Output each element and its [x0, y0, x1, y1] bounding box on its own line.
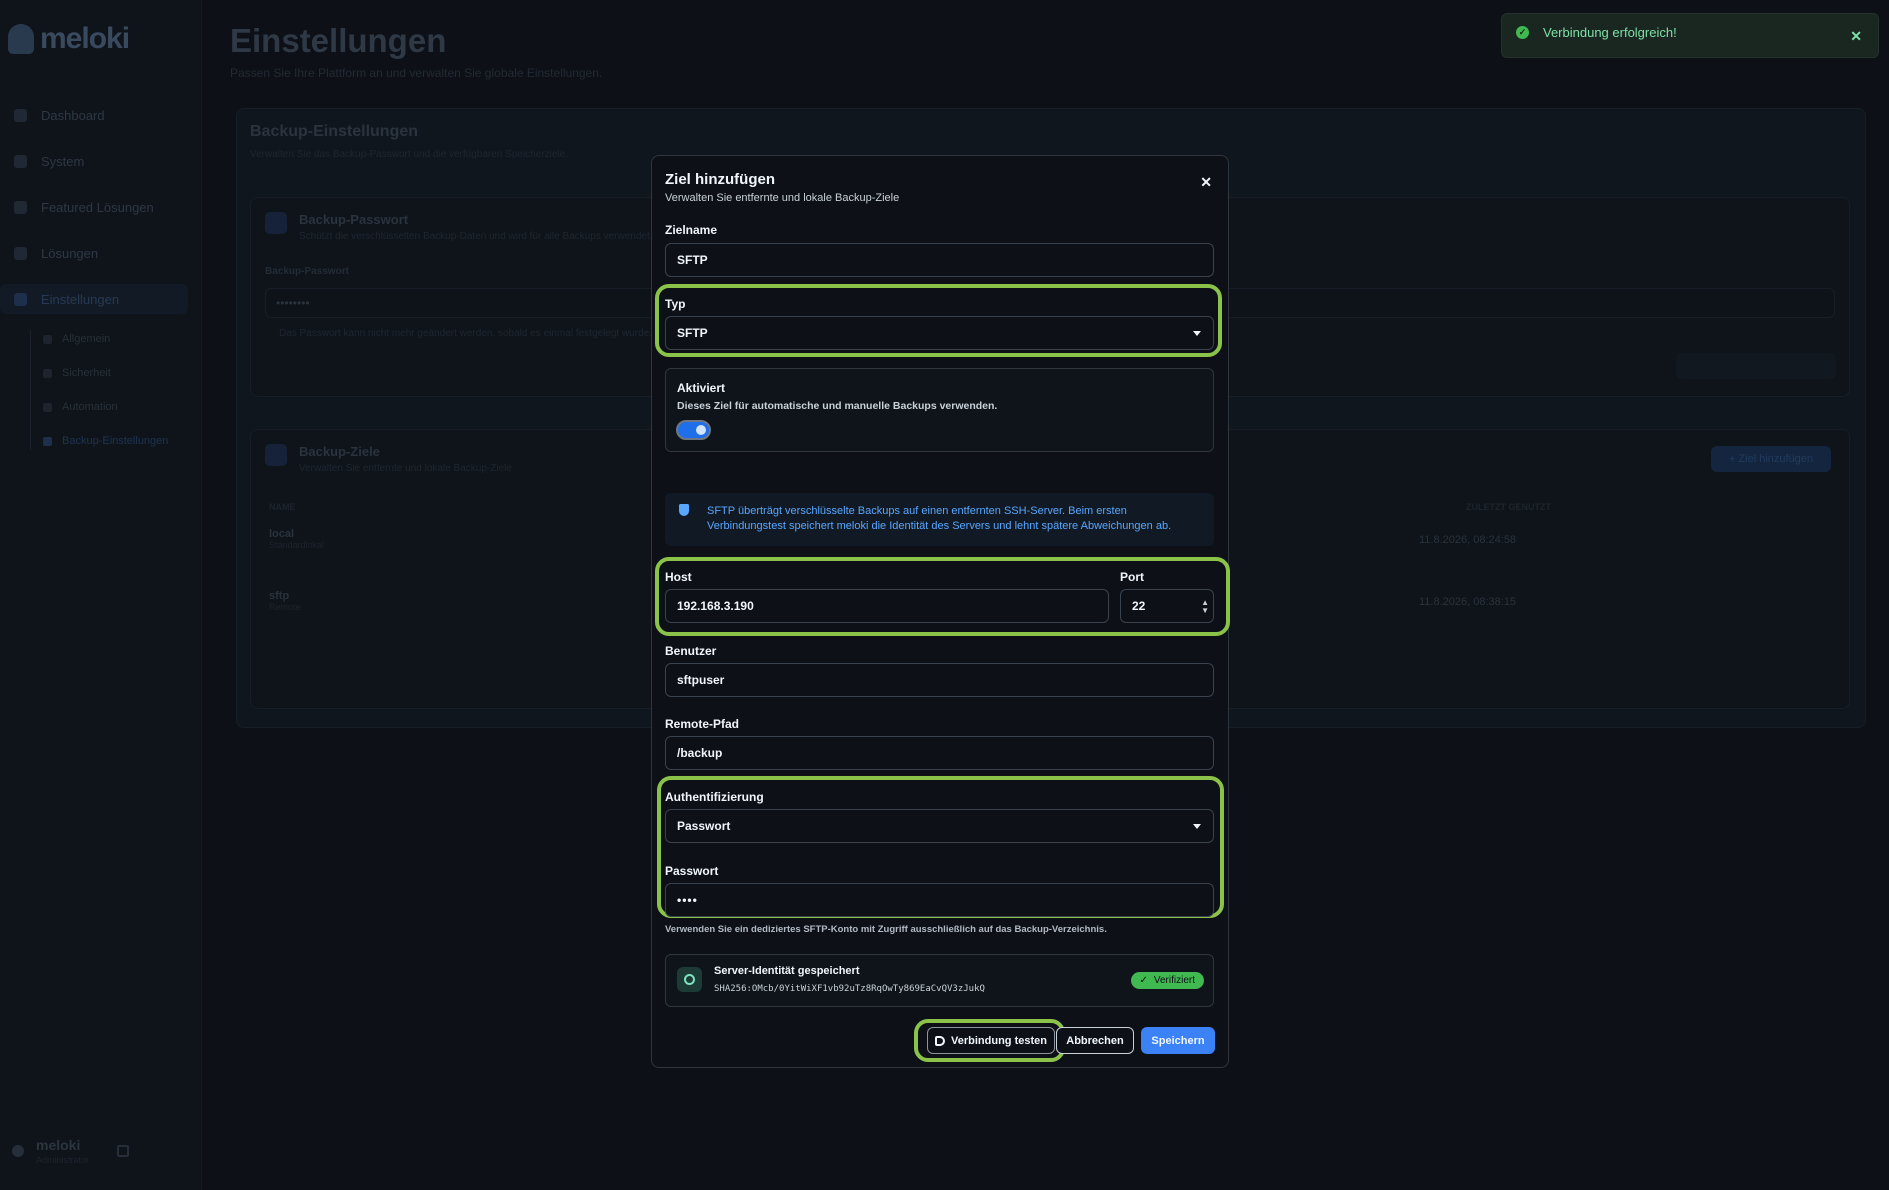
password-note: Das Passwort kann nicht mehr geändert we…	[279, 328, 652, 339]
user-input[interactable]: sftpuser	[665, 663, 1214, 697]
targets-subtitle: Verwalten Sie entfernte und lokale Backu…	[299, 463, 512, 474]
sftp-info-text: SFTP überträgt verschlüsselte Backups au…	[707, 505, 1172, 532]
save-button[interactable]: Speichern	[1141, 1027, 1215, 1054]
check-icon: ✓	[1139, 975, 1148, 986]
key-icon	[265, 212, 287, 234]
host-input[interactable]: 192.168.3.190	[665, 589, 1109, 623]
identity-fingerprint: SHA256:OMcb/0YitWiXF1vb92uTz8RqOwTy869Ea…	[714, 984, 985, 994]
sidebar-nav: Dashboard System Featured Lösungen Lösun…	[0, 100, 202, 466]
chevron-down-icon	[1193, 824, 1201, 829]
sidebar-item-featured[interactable]: Featured Lösungen	[0, 192, 202, 222]
auth-select[interactable]: Passwort	[665, 809, 1214, 843]
logo: meloki	[8, 22, 130, 56]
success-toast: ✓ Verbindung erfolgreich! ✕	[1501, 13, 1879, 58]
settings-subnav: Allgemein Sicherheit Automation Backup-E…	[30, 330, 202, 450]
dialog-title: Ziel hinzufügen	[665, 171, 775, 188]
row-date: 11.8.2026, 08:24:58	[1419, 534, 1517, 546]
sidebar-item-system[interactable]: System	[0, 146, 202, 176]
chevron-down-icon	[1193, 331, 1201, 336]
cancel-button[interactable]: Abbrechen	[1056, 1027, 1134, 1054]
row-date: 11.8.2026, 08:38:15	[1419, 596, 1517, 608]
chart-icon	[14, 108, 27, 122]
password-field[interactable]: ••••	[665, 883, 1214, 917]
gear-icon	[43, 334, 52, 344]
sftp-info-box: SFTP überträgt verschlüsselte Backups au…	[665, 493, 1214, 546]
fingerprint-icon	[677, 967, 702, 992]
close-icon[interactable]: ✕	[1850, 28, 1862, 45]
gear-icon	[14, 154, 27, 168]
table-row[interactable]: local Standardlokal	[269, 528, 324, 550]
shield-icon	[679, 504, 689, 516]
settings-icon	[14, 292, 27, 306]
remote-path-label: Remote-Pfad	[665, 717, 740, 731]
targets-title: Backup-Ziele	[299, 444, 380, 459]
password-card-subtitle: Schützt die verschlüsselten Backup-Daten…	[299, 231, 653, 242]
port-label: Port	[1120, 570, 1144, 584]
check-circle-icon: ✓	[1516, 26, 1529, 39]
host-label: Host	[665, 570, 692, 584]
add-target-dialog: Ziel hinzufügen Verwalten Sie entfernte …	[651, 155, 1230, 1068]
auth-label: Authentifizierung	[665, 790, 764, 804]
toast-message: Verbindung erfolgreich!	[1543, 25, 1677, 40]
spinner-icon[interactable]: ▲ ▼	[1201, 599, 1209, 615]
password-label: Backup-Passwort	[265, 266, 349, 277]
sidebar-item-dashboard[interactable]: Dashboard	[0, 100, 202, 130]
test-connection-button[interactable]: Verbindung testen	[927, 1027, 1055, 1054]
target-name-input[interactable]: SFTP	[665, 243, 1214, 277]
col-name: NAME	[269, 502, 296, 512]
enabled-box: Aktiviert Dieses Ziel für automatische u…	[665, 368, 1214, 452]
avatar	[12, 1145, 24, 1157]
logout-icon[interactable]	[117, 1145, 130, 1157]
shield-icon	[43, 368, 52, 378]
user-menu: meloki Administrator	[12, 1137, 130, 1165]
dialog-subtitle: Verwalten Sie entfernte und lokale Backu…	[665, 192, 900, 204]
sidebar: meloki Dashboard System Featured Lösunge…	[0, 0, 202, 1190]
col-last-used: ZULETZT GENUTZT	[1466, 502, 1551, 512]
remote-path-input[interactable]: /backup	[665, 736, 1214, 770]
add-target-button[interactable]: + Ziel hinzufügen	[1711, 446, 1831, 472]
sidebar-item-settings[interactable]: Einstellungen	[0, 284, 188, 314]
subnav-item-automation[interactable]: Automation	[43, 398, 202, 416]
page-subtitle: Passen Sie Ihre Plattform an und verwalt…	[230, 66, 603, 80]
user-name: meloki	[36, 1137, 81, 1153]
brand-name: meloki	[40, 22, 130, 55]
backup-settings-title: Backup-Einstellungen	[250, 123, 419, 140]
save-password-button[interactable]	[1676, 353, 1836, 379]
user-role: Administrator	[36, 1155, 90, 1165]
filter-icon	[43, 402, 52, 412]
database-icon	[265, 444, 287, 466]
grid-icon	[14, 246, 27, 260]
subnav-item-security[interactable]: Sicherheit	[43, 364, 202, 382]
password-label: Passwort	[665, 864, 719, 878]
enabled-toggle[interactable]	[676, 420, 711, 440]
verified-badge: ✓ Verifiziert	[1131, 972, 1204, 989]
star-icon	[14, 200, 27, 214]
enabled-description: Dieses Ziel für automatische und manuell…	[677, 400, 998, 412]
backup-settings-subtitle: Verwalten Sie das Backup-Passwort und di…	[250, 149, 568, 160]
table-row[interactable]: sftp Remote	[269, 590, 301, 612]
plug-icon	[935, 1035, 946, 1046]
logo-icon	[8, 24, 34, 54]
close-icon[interactable]: ✕	[1200, 174, 1212, 191]
subnav-item-backup[interactable]: Backup-Einstellungen	[43, 432, 202, 450]
user-label: Benutzer	[665, 644, 717, 658]
type-select[interactable]: SFTP	[665, 316, 1214, 350]
sidebar-item-solutions[interactable]: Lösungen	[0, 238, 202, 268]
port-stepper[interactable]: 22 ▲ ▼	[1120, 589, 1214, 623]
database-icon	[43, 436, 52, 446]
server-identity-box: Server-Identität gespeichert SHA256:OMcb…	[665, 954, 1214, 1007]
account-hint: Verwenden Sie ein dediziertes SFTP-Konto…	[665, 924, 1107, 935]
type-label: Typ	[665, 297, 686, 311]
subnav-item-general[interactable]: Allgemein	[43, 330, 202, 348]
target-name-label: Zielname	[665, 223, 718, 237]
enabled-label: Aktiviert	[677, 381, 726, 395]
toggle-knob	[696, 425, 706, 435]
password-card-title: Backup-Passwort	[299, 212, 409, 227]
page-title: Einstellungen	[230, 22, 447, 59]
identity-title: Server-Identität gespeichert	[714, 965, 860, 977]
